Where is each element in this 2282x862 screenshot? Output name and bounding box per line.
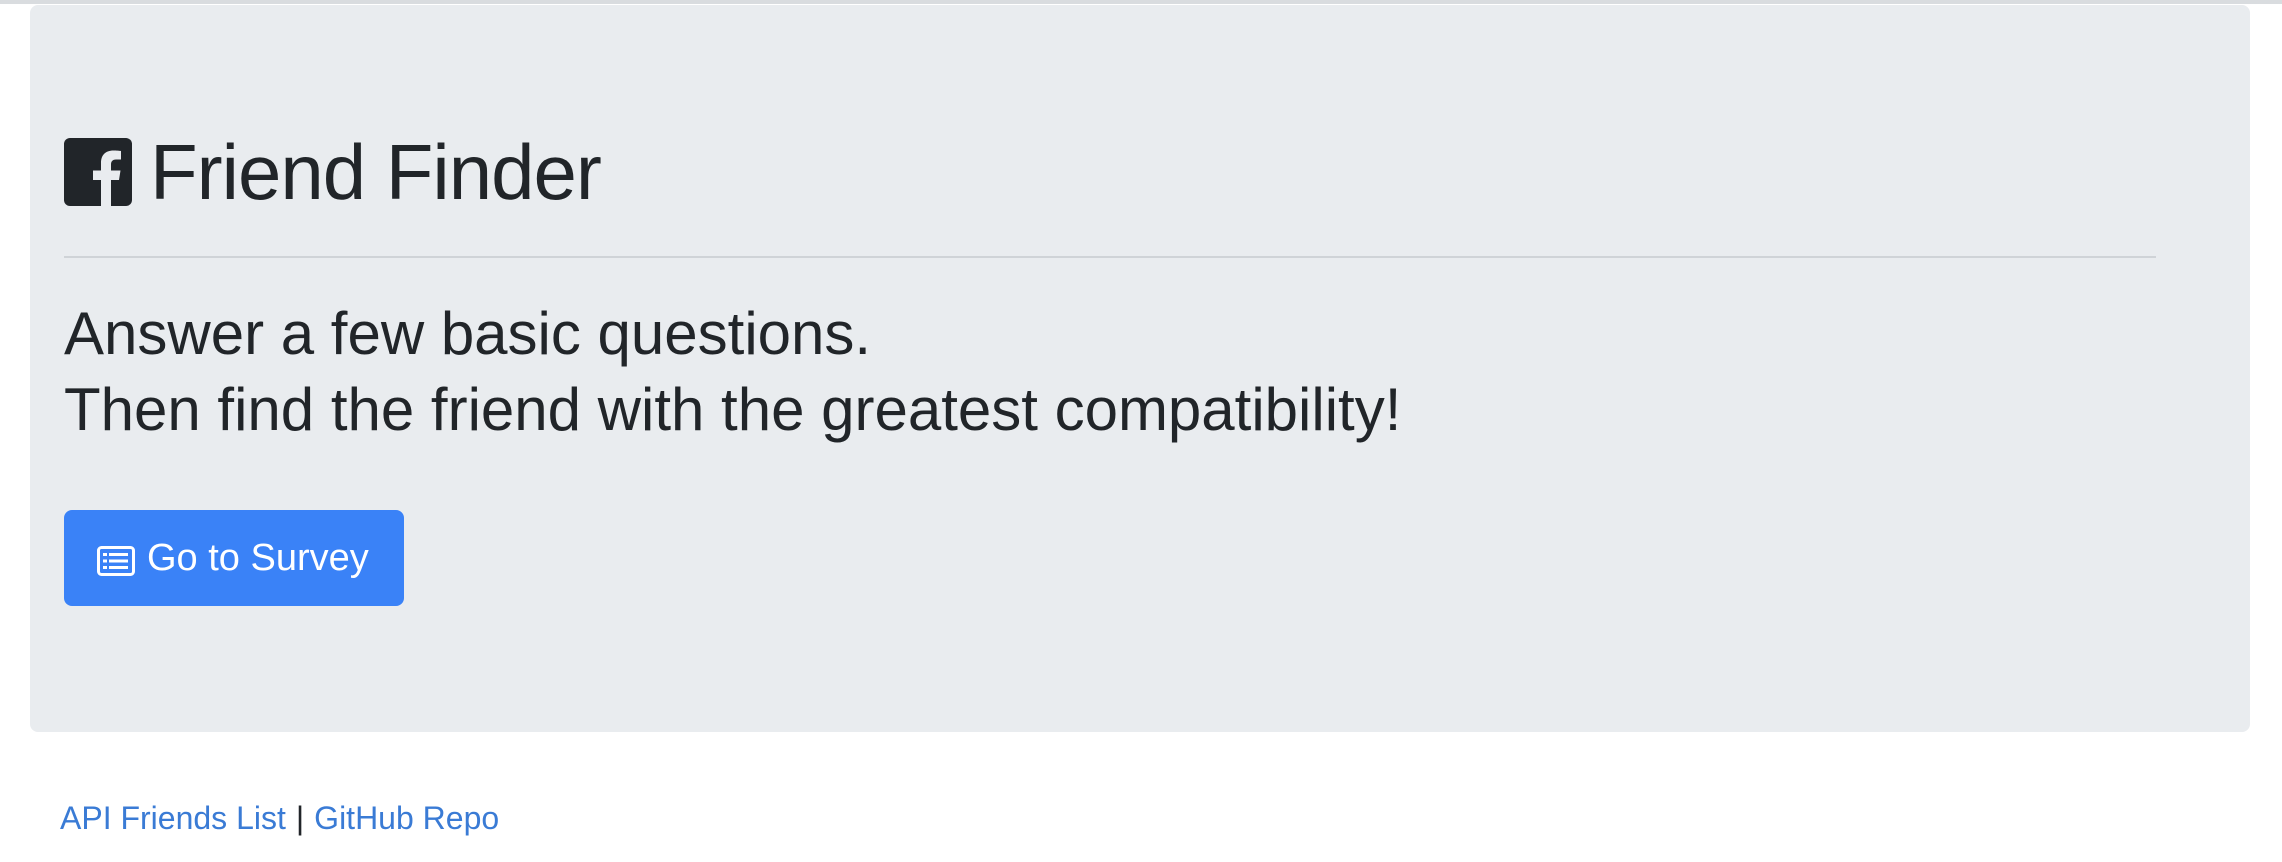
footer-links: API Friends List | GitHub Repo xyxy=(60,800,499,837)
lead-text: Answer a few basic questions. Then find … xyxy=(64,296,1401,448)
footer-separator: | xyxy=(295,800,305,836)
list-alt-icon xyxy=(97,543,135,576)
top-border xyxy=(0,0,2282,4)
api-friends-list-link[interactable]: API Friends List xyxy=(60,800,286,836)
github-repo-link[interactable]: GitHub Repo xyxy=(314,800,499,836)
divider xyxy=(64,256,2156,258)
go-to-survey-button[interactable]: Go to Survey xyxy=(64,510,404,606)
page-title: Friend Finder xyxy=(150,128,602,216)
lead-line-1: Answer a few basic questions. xyxy=(64,300,872,367)
facebook-square-icon xyxy=(64,138,132,206)
lead-line-2: Then find the friend with the greatest c… xyxy=(64,376,1402,443)
survey-button-label: Go to Survey xyxy=(147,536,369,579)
brand-header: Friend Finder xyxy=(64,122,602,222)
